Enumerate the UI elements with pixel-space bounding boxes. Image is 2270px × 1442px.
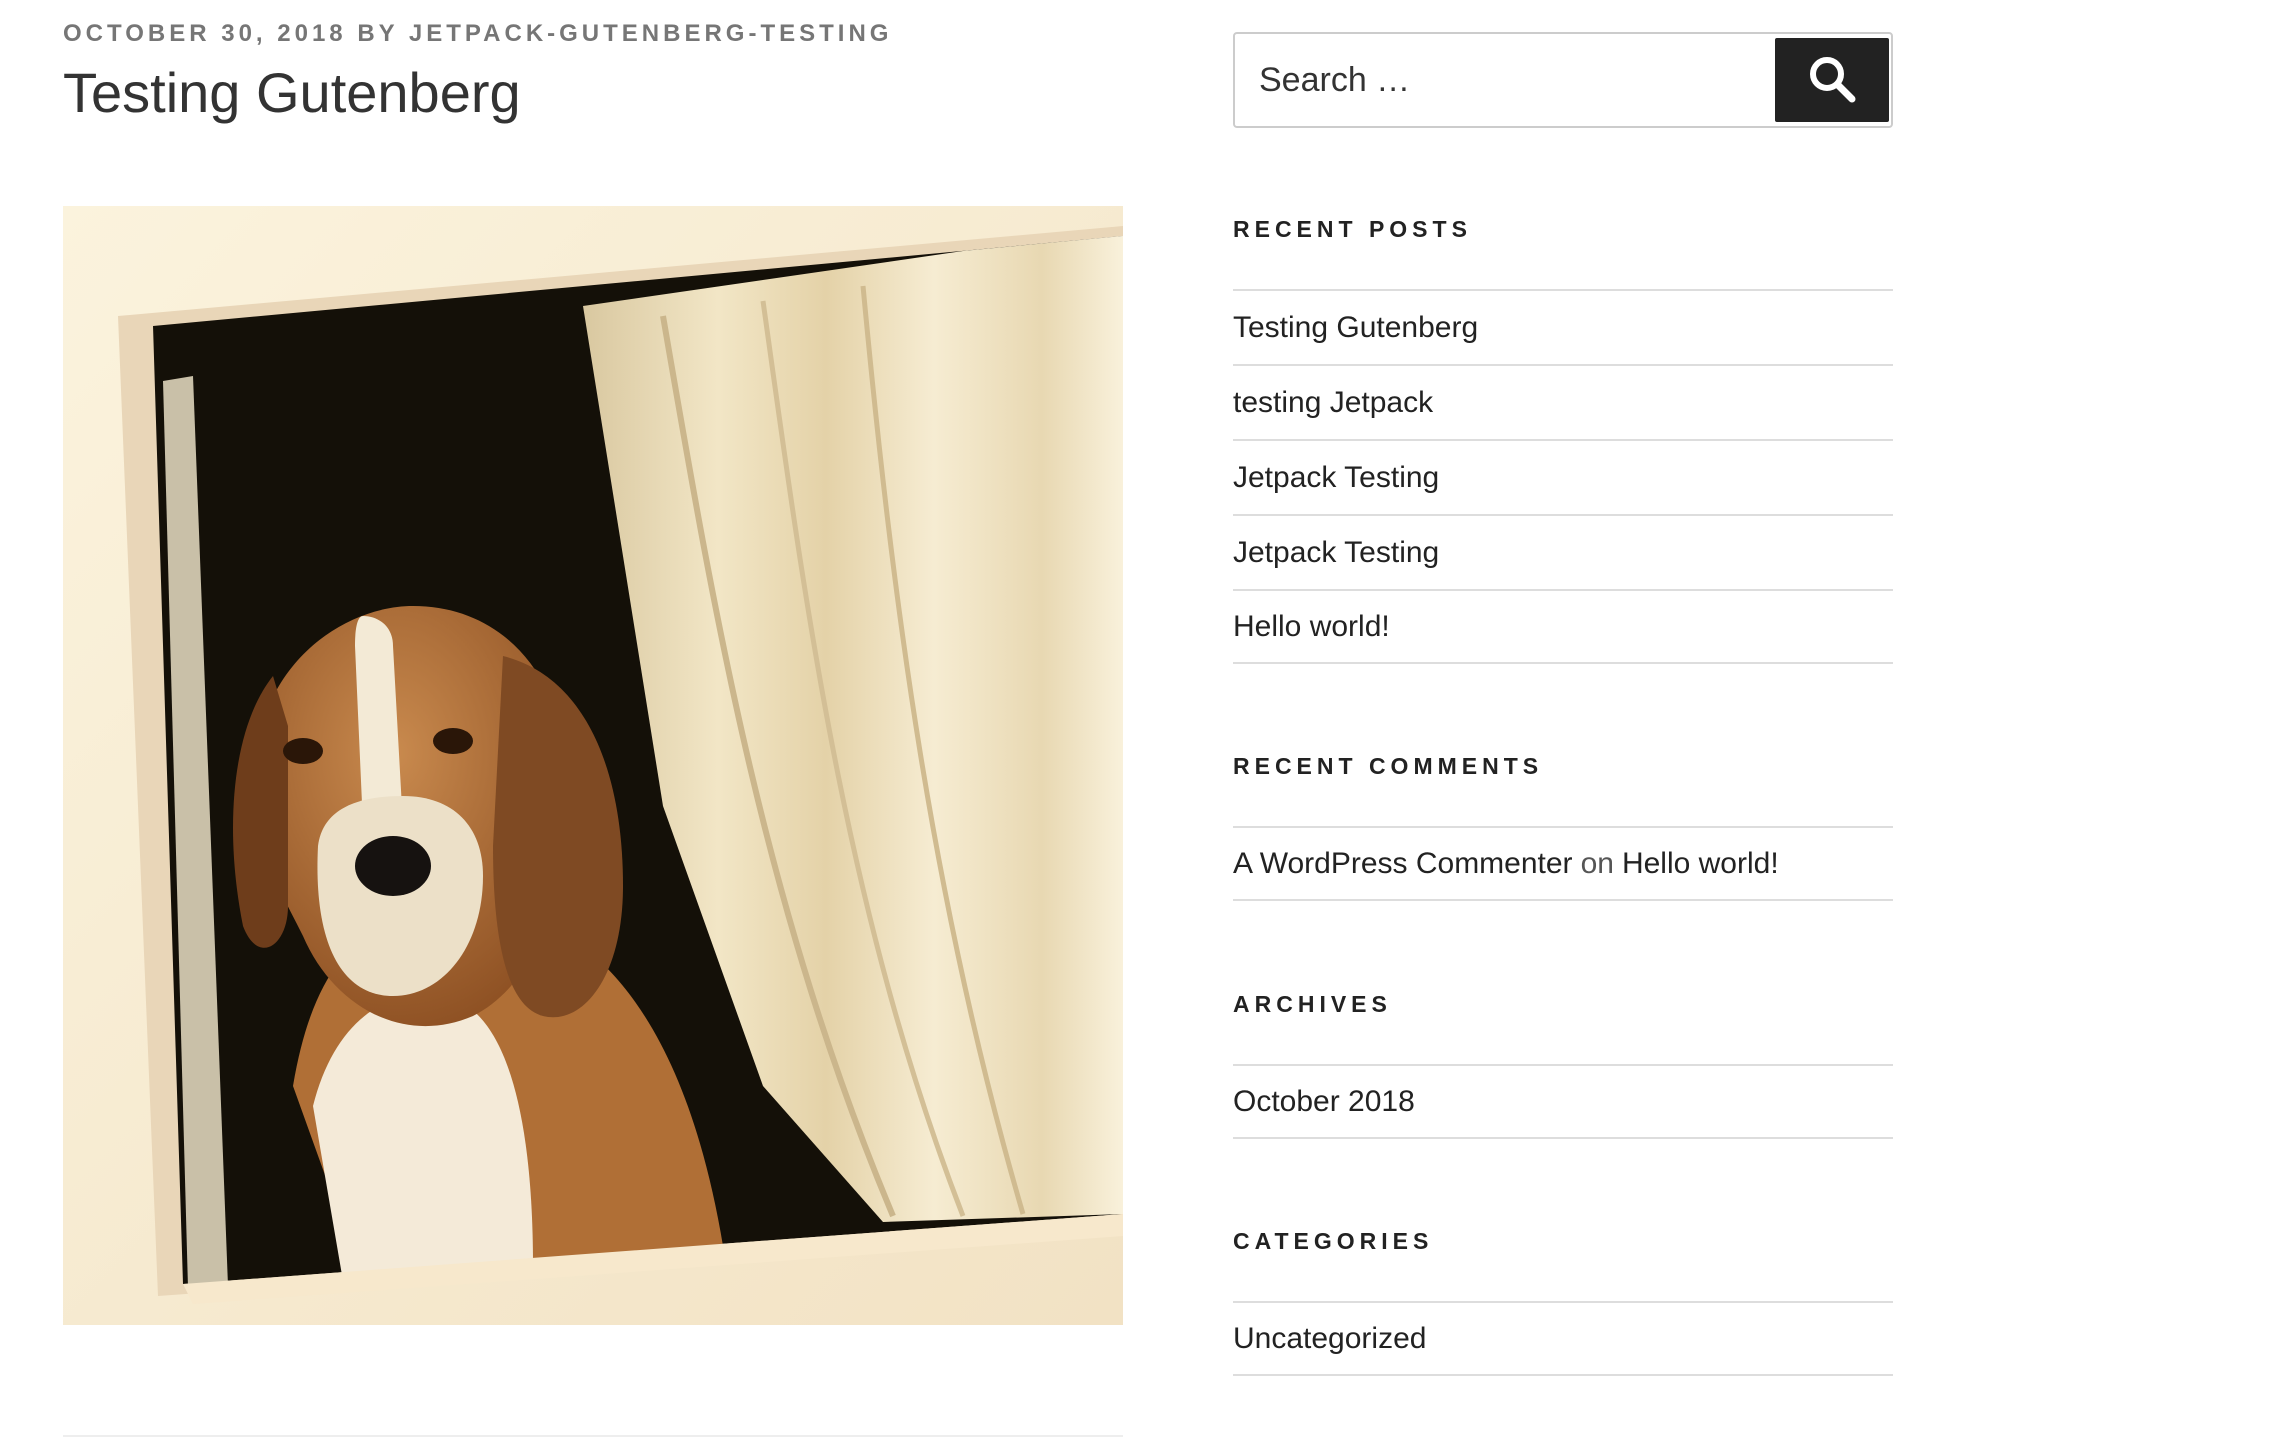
recent-post-link[interactable]: Testing Gutenberg — [1233, 311, 1478, 345]
page: OCTOBER 30, 2018 BY JETPACK-GUTENBERG-TE… — [0, 0, 2270, 1442]
list-item: Hello world! — [1233, 589, 1893, 664]
archives-list: October 2018 — [1233, 1064, 1893, 1139]
archive-link[interactable]: October 2018 — [1233, 1085, 1415, 1119]
comment-author-link[interactable]: A WordPress Commenter — [1233, 847, 1573, 881]
post-date-link[interactable]: OCTOBER 30, 2018 — [63, 20, 347, 47]
comment-on-label: on — [1580, 846, 1614, 880]
search-form — [1233, 32, 1893, 128]
list-item: Jetpack Testing — [1233, 514, 1893, 589]
list-item: October 2018 — [1233, 1064, 1893, 1139]
recent-comments-list: A WordPress Commenter on Hello world! — [1233, 826, 1893, 901]
list-item: A WordPress Commenter on Hello world! — [1233, 826, 1893, 901]
comment-post-link[interactable]: Hello world! — [1622, 847, 1779, 881]
search-button[interactable] — [1775, 38, 1889, 122]
post-divider — [63, 1435, 1123, 1437]
recent-comments-title: RECENT COMMENTS — [1233, 753, 1544, 779]
list-item: Testing Gutenberg — [1233, 289, 1893, 364]
list-item: testing Jetpack — [1233, 364, 1893, 439]
list-item: Jetpack Testing — [1233, 439, 1893, 514]
recent-post-link[interactable]: Jetpack Testing — [1233, 536, 1439, 570]
search-icon — [1807, 54, 1857, 107]
recent-post-link[interactable]: Jetpack Testing — [1233, 461, 1439, 495]
list-item: Uncategorized — [1233, 1301, 1893, 1376]
recent-posts-title: RECENT POSTS — [1233, 216, 1472, 242]
category-link[interactable]: Uncategorized — [1233, 1322, 1426, 1356]
entry-meta: OCTOBER 30, 2018 BY JETPACK-GUTENBERG-TE… — [63, 20, 892, 48]
recent-post-link[interactable]: Hello world! — [1233, 610, 1390, 644]
featured-image — [63, 206, 1123, 1325]
post-title[interactable]: Testing Gutenberg — [63, 58, 521, 128]
search-input[interactable] — [1235, 34, 1775, 126]
by-label: BY — [357, 20, 399, 47]
categories-title: CATEGORIES — [1233, 1228, 1434, 1254]
recent-post-link[interactable]: testing Jetpack — [1233, 386, 1433, 420]
recent-posts-list: Testing Gutenberg testing Jetpack Jetpac… — [1233, 289, 1893, 664]
categories-list: Uncategorized — [1233, 1301, 1893, 1376]
archives-title: ARCHIVES — [1233, 991, 1392, 1017]
author-link[interactable]: JETPACK-GUTENBERG-TESTING — [409, 20, 893, 47]
